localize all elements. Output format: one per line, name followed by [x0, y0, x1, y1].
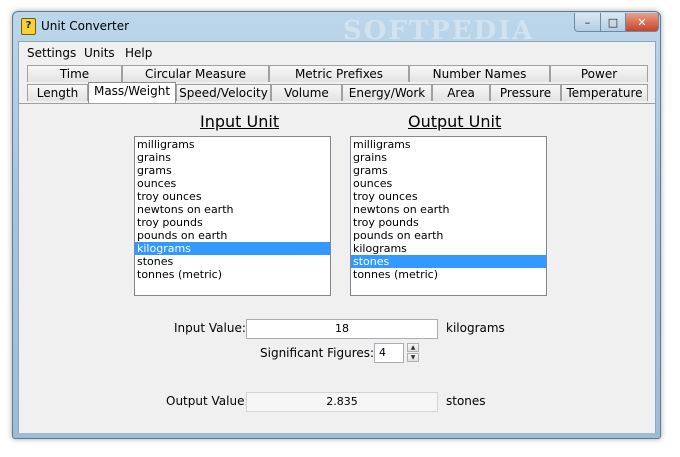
menu-help[interactable]: Help — [125, 46, 152, 60]
list-item[interactable]: grains — [135, 151, 330, 164]
list-item[interactable]: grams — [351, 164, 546, 177]
mass-weight-panel: Input Unit Output Unit milligrams grains g… — [19, 103, 655, 433]
list-item[interactable]: troy ounces — [135, 190, 330, 203]
input-value-field[interactable]: 18 — [246, 319, 438, 339]
close-button[interactable]: ✕ — [625, 13, 659, 32]
tab-metric-prefixes[interactable]: Metric Prefixes — [269, 65, 409, 82]
list-item[interactable]: milligrams — [135, 138, 330, 151]
close-icon: ✕ — [637, 15, 647, 29]
list-item[interactable]: troy pounds — [351, 216, 546, 229]
app-window: ? Unit Converter SOFTPEDIA – □ ✕ Setting… — [12, 11, 661, 439]
tab-power[interactable]: Power — [550, 65, 648, 82]
list-item[interactable]: grams — [135, 164, 330, 177]
minimize-button[interactable]: – — [574, 13, 601, 32]
minimize-icon: – — [584, 15, 591, 29]
tab-length[interactable]: Length — [27, 84, 88, 101]
list-item[interactable]: grains — [351, 151, 546, 164]
tab-circular-measure[interactable]: Circular Measure — [122, 65, 269, 82]
tab-number-names[interactable]: Number Names — [409, 65, 550, 82]
title-bar[interactable]: ? Unit Converter SOFTPEDIA – □ ✕ — [13, 12, 660, 46]
list-item[interactable]: stones — [135, 255, 330, 268]
tab-speed-velocity[interactable]: Speed/Velocity — [176, 84, 271, 101]
list-item[interactable]: troy ounces — [351, 190, 546, 203]
menu-bar: Settings Units Help — [19, 42, 655, 64]
list-item[interactable]: tonnes (metric) — [135, 268, 330, 281]
list-item[interactable]: pounds on earth — [135, 229, 330, 242]
tab-temperature[interactable]: Temperature — [561, 84, 648, 101]
list-item[interactable]: milligrams — [351, 138, 546, 151]
input-unit-heading: Input Unit — [200, 112, 280, 131]
tab-volume[interactable]: Volume — [271, 84, 342, 101]
list-item[interactable]: tonnes (metric) — [351, 268, 546, 281]
list-item[interactable]: ounces — [135, 177, 330, 190]
significant-figures-stepper[interactable]: ▲ ▼ — [407, 343, 419, 363]
tab-area[interactable]: Area — [432, 84, 490, 101]
tab-strip: Time Circular Measure Metric Prefixes Nu… — [19, 65, 655, 105]
significant-figures-field[interactable]: 4 — [374, 343, 404, 363]
list-item[interactable]: kilograms — [135, 242, 330, 255]
input-unit-list[interactable]: milligrams grains grams ounces troy ounces ne… — [134, 136, 331, 296]
tab-mass-weight[interactable]: Mass/Weight — [88, 82, 176, 103]
input-unit-name: kilograms — [446, 321, 505, 335]
list-item[interactable]: newtons on earth — [135, 203, 330, 216]
output-unit-heading: Output Unit — [408, 112, 502, 131]
tab-time[interactable]: Time — [27, 65, 122, 82]
list-item[interactable]: kilograms — [351, 242, 546, 255]
client-area: Settings Units Help Time Circular Measur… — [18, 41, 656, 433]
output-unit-name: stones — [446, 394, 486, 408]
output-value-field: 2.835 — [246, 392, 438, 412]
spin-down-icon[interactable]: ▼ — [407, 353, 419, 362]
output-value-label: Output Value: — [166, 394, 249, 408]
maximize-button[interactable]: □ — [600, 13, 626, 32]
menu-units[interactable]: Units — [84, 46, 115, 60]
list-item[interactable]: newtons on earth — [351, 203, 546, 216]
list-item[interactable]: troy pounds — [135, 216, 330, 229]
output-unit-list[interactable]: milligrams grains grams ounces troy ounces ne… — [350, 136, 547, 296]
list-item[interactable]: pounds on earth — [351, 229, 546, 242]
spin-up-icon[interactable]: ▲ — [407, 343, 419, 352]
tab-pressure[interactable]: Pressure — [490, 84, 561, 101]
app-icon: ? — [21, 18, 36, 35]
significant-figures-label: Significant Figures: — [260, 346, 375, 360]
list-item[interactable]: stones — [351, 255, 546, 268]
list-item[interactable]: ounces — [351, 177, 546, 190]
maximize-icon: □ — [607, 15, 619, 29]
menu-settings[interactable]: Settings — [27, 46, 76, 60]
input-value-label: Input Value: — [174, 321, 246, 335]
window-title: Unit Converter — [41, 19, 130, 33]
tab-energy-work[interactable]: Energy/Work — [342, 84, 432, 101]
